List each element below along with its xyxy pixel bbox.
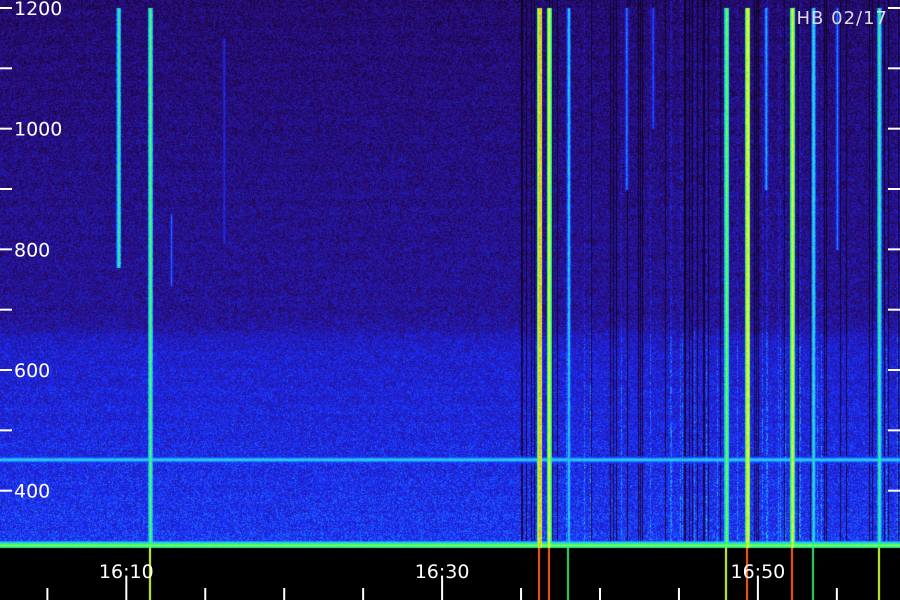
chart-title: HB 02/17 bbox=[797, 8, 888, 29]
x-tick-label-1630: 16:30 bbox=[415, 561, 470, 583]
x-tick-label-1650: 16:50 bbox=[731, 561, 786, 583]
y-tick-label-1000: 1000 bbox=[14, 119, 62, 141]
y-tick-label-600: 600 bbox=[14, 360, 50, 382]
x-tick-label-1610: 16:10 bbox=[99, 561, 154, 583]
y-axis: 400 600 800 1000 1200 bbox=[0, 0, 900, 503]
y-tick-label-400: 400 bbox=[14, 481, 50, 503]
y-tick-label-1200: 1200 bbox=[14, 0, 62, 20]
spectrogram-chart: 400 600 800 1000 1200 16:10 16:30 16:50 HB 02/… bbox=[0, 0, 900, 600]
y-tick-label-800: 800 bbox=[14, 239, 50, 261]
chart-overlay: 400 600 800 1000 1200 16:10 16:30 16:50 HB 02/… bbox=[0, 0, 900, 600]
x-axis: 16:10 16:30 16:50 bbox=[46, 561, 838, 600]
